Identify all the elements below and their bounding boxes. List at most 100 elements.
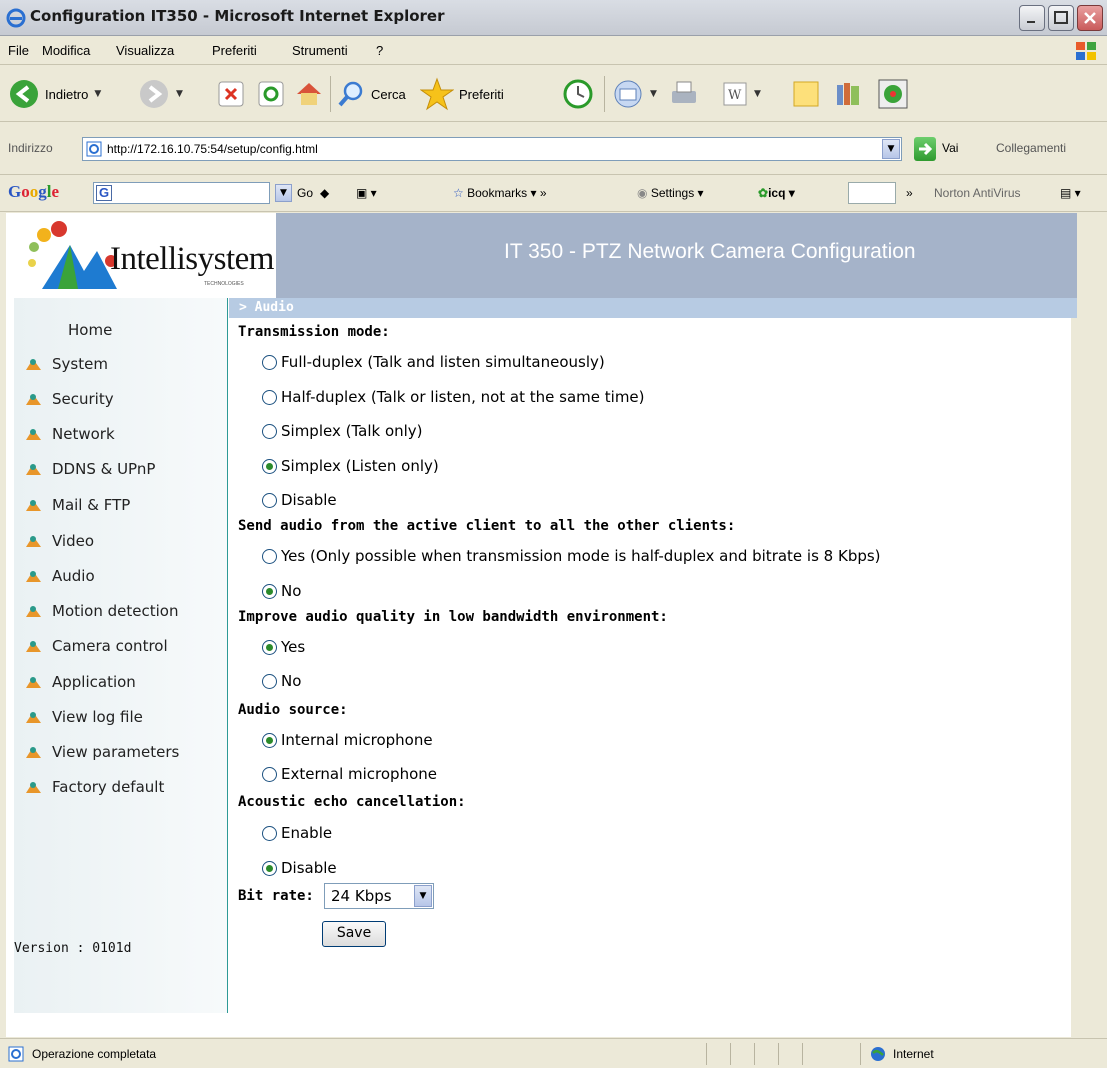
radio-echo-disable[interactable]: Disable xyxy=(262,859,337,877)
menu-file[interactable]: File xyxy=(8,43,29,58)
radio-button[interactable] xyxy=(262,354,277,370)
print-button[interactable] xyxy=(668,76,700,112)
favorites-button[interactable]: Preferiti xyxy=(420,76,504,112)
radio-echo-enable[interactable]: Enable xyxy=(262,824,332,842)
sidebar-item-motion-detection[interactable]: Motion detection xyxy=(14,602,178,620)
go-arrow-icon xyxy=(919,142,933,156)
sidebar-item-video[interactable]: Video xyxy=(14,532,94,550)
radio-send-audio-yes[interactable]: Yes (Only possible when transmission mod… xyxy=(262,547,881,565)
radio-button[interactable] xyxy=(262,673,277,689)
sidebar-item-mail-ftp[interactable]: Mail & FTP xyxy=(14,496,130,514)
sidebar-item-network[interactable]: Network xyxy=(14,425,115,443)
mail-icon xyxy=(614,80,642,108)
close-button[interactable] xyxy=(1077,5,1103,31)
sidebar-item-application[interactable]: Application xyxy=(14,673,136,691)
notes-button[interactable] xyxy=(792,76,820,112)
history-button[interactable] xyxy=(562,76,594,112)
sidebar-item-camera-control[interactable]: Camera control xyxy=(14,637,168,655)
bit-rate-value: 24 Kbps xyxy=(331,887,392,905)
forward-button[interactable]: ▼ xyxy=(138,76,183,112)
chevron-down-icon[interactable]: ▼ xyxy=(414,885,432,907)
echo-cancellation-heading: Acoustic echo cancellation: xyxy=(238,794,466,810)
radio-half-duplex[interactable]: Half-duplex (Talk or listen, not at the … xyxy=(262,388,645,406)
norton-icon[interactable]: ▤ ▾ xyxy=(1060,186,1081,200)
icq-input[interactable] xyxy=(848,182,896,204)
radio-button[interactable] xyxy=(262,423,277,439)
radio-button[interactable] xyxy=(262,766,277,782)
radio-improve-yes[interactable]: Yes xyxy=(262,638,305,656)
radio-internal-microphone[interactable]: Internal microphone xyxy=(262,731,433,749)
menu-visualizza[interactable]: Visualizza xyxy=(116,43,174,58)
icq-toolbar-button[interactable] xyxy=(878,76,908,112)
bit-rate-select[interactable]: 24 Kbps ▼ xyxy=(324,883,434,909)
sidebar-item-system[interactable]: System xyxy=(14,355,108,373)
sidebar-item-security[interactable]: Security xyxy=(14,390,114,408)
radio-button[interactable] xyxy=(262,389,277,405)
radio-button[interactable] xyxy=(262,825,277,841)
brand-subtitle: TECHNOLOGIES xyxy=(204,281,244,287)
nav-bullet-icon xyxy=(26,747,41,758)
radio-improve-no[interactable]: No xyxy=(262,672,301,690)
google-search-input[interactable]: G xyxy=(93,182,270,204)
radio-button[interactable] xyxy=(262,548,277,564)
sidebar-item-home[interactable]: Home xyxy=(14,321,112,339)
radio-simplex-listen[interactable]: Simplex (Listen only) xyxy=(262,457,439,475)
refresh-button[interactable] xyxy=(258,76,284,112)
google-go-button[interactable]: Go xyxy=(297,186,313,200)
google-search-dropdown[interactable]: ▼ xyxy=(275,184,292,202)
nav-bullet-icon xyxy=(26,571,41,582)
home-button[interactable] xyxy=(294,76,324,112)
status-bar: Operazione completata Internet xyxy=(0,1038,1107,1068)
radio-send-audio-no[interactable]: No xyxy=(262,582,301,600)
chevron-down-icon: ▼ xyxy=(754,89,761,99)
note-icon xyxy=(793,81,819,107)
radio-button[interactable] xyxy=(262,492,277,508)
pagerank-icon[interactable]: ▣ ▾ xyxy=(356,186,377,200)
radio-button-selected[interactable] xyxy=(262,458,277,474)
go-label[interactable]: Vai xyxy=(942,141,958,155)
norton-button[interactable]: Norton AntiVirus xyxy=(934,186,1021,200)
bit-rate-label: Bit rate: xyxy=(238,888,314,904)
settings-button[interactable]: ◉ Settings ▾ xyxy=(637,186,704,200)
radio-full-duplex[interactable]: Full-duplex (Talk and listen simultaneou… xyxy=(262,353,605,371)
address-input[interactable]: http://172.16.10.75:54/setup/config.html… xyxy=(82,137,902,161)
icq-button[interactable]: ✿icq ▾ xyxy=(758,186,795,200)
stop-button[interactable] xyxy=(218,76,244,112)
nav-bullet-icon xyxy=(26,712,41,723)
go-button[interactable] xyxy=(914,137,936,161)
radio-button-selected[interactable] xyxy=(262,860,277,876)
menu-modifica[interactable]: Modifica xyxy=(42,43,90,58)
menu-preferiti[interactable]: Preferiti xyxy=(212,43,257,58)
sidebar-item-ddns-upnp[interactable]: DDNS & UPnP xyxy=(14,460,155,478)
section-title: > Audio xyxy=(239,300,294,315)
menu-strumenti[interactable]: Strumenti xyxy=(292,43,348,58)
more-chevron-icon[interactable]: » xyxy=(906,186,913,200)
maximize-button[interactable] xyxy=(1048,5,1074,31)
radio-button-selected[interactable] xyxy=(262,732,277,748)
sidebar-item-factory-default[interactable]: Factory default xyxy=(14,778,164,796)
radio-transmission-disable[interactable]: Disable xyxy=(262,491,337,509)
sidebar-item-audio[interactable]: Audio xyxy=(14,567,95,585)
nav-bullet-icon xyxy=(26,394,41,405)
sidebar-item-view-log-file[interactable]: View log file xyxy=(14,708,143,726)
menu-help[interactable]: ? xyxy=(376,43,383,58)
minimize-button[interactable] xyxy=(1019,5,1045,31)
research-button[interactable] xyxy=(834,76,864,112)
radio-button-selected[interactable] xyxy=(262,583,277,599)
back-button[interactable]: Indietro ▼ xyxy=(8,76,101,112)
mail-button[interactable]: ▼ xyxy=(612,76,657,112)
radio-external-microphone[interactable]: External microphone xyxy=(262,765,437,783)
status-text: Operazione completata xyxy=(32,1047,157,1061)
banner-title: IT 350 - PTZ Network Camera Configuratio… xyxy=(504,240,916,263)
save-button[interactable]: Save xyxy=(322,921,386,947)
bookmarks-button[interactable]: ☆ Bookmarks ▾ » xyxy=(453,186,547,200)
links-label[interactable]: Collegamenti xyxy=(996,141,1066,155)
edit-button[interactable]: W ▼ xyxy=(722,76,761,112)
transmission-mode-heading: Transmission mode: xyxy=(238,324,390,340)
google-news-icon[interactable]: ◆ xyxy=(320,186,329,200)
radio-simplex-talk[interactable]: Simplex (Talk only) xyxy=(262,422,423,440)
sidebar-item-view-parameters[interactable]: View parameters xyxy=(14,743,179,761)
search-button[interactable]: Cerca xyxy=(336,76,406,112)
radio-button-selected[interactable] xyxy=(262,639,277,655)
address-dropdown-button[interactable]: ▼ xyxy=(882,139,900,159)
